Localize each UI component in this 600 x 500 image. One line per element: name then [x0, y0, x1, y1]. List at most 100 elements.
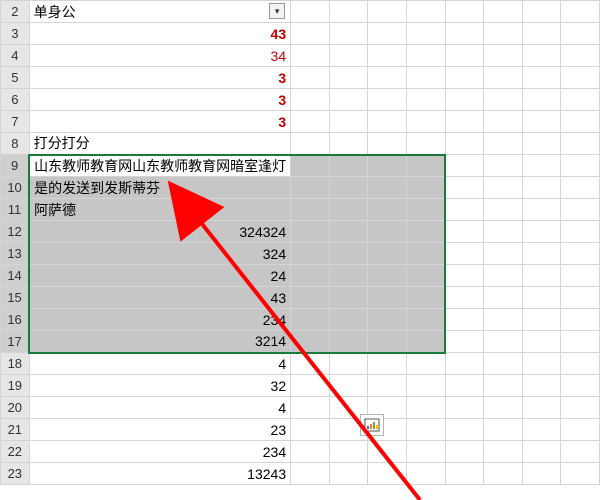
- cell[interactable]: [329, 441, 368, 463]
- row-header[interactable]: 14: [1, 265, 30, 287]
- cell[interactable]: 43: [29, 287, 291, 309]
- row-header[interactable]: 2: [1, 1, 30, 23]
- cell[interactable]: [368, 199, 407, 221]
- cell[interactable]: [561, 1, 600, 23]
- cell[interactable]: [522, 463, 561, 485]
- cell[interactable]: [445, 221, 484, 243]
- cell[interactable]: [561, 23, 600, 45]
- cell[interactable]: [445, 463, 484, 485]
- cell[interactable]: [291, 441, 330, 463]
- cell[interactable]: [561, 177, 600, 199]
- cell[interactable]: [445, 419, 484, 441]
- cell[interactable]: [291, 23, 330, 45]
- cell[interactable]: [561, 287, 600, 309]
- cell[interactable]: [368, 23, 407, 45]
- cell[interactable]: [522, 265, 561, 287]
- cell[interactable]: [484, 287, 523, 309]
- cell[interactable]: [406, 89, 445, 111]
- cell[interactable]: 3: [29, 67, 291, 89]
- cell[interactable]: [368, 331, 407, 353]
- row-header[interactable]: 21: [1, 419, 30, 441]
- cell[interactable]: [484, 463, 523, 485]
- cell[interactable]: [329, 265, 368, 287]
- cell[interactable]: [445, 265, 484, 287]
- cell[interactable]: [406, 331, 445, 353]
- row-header[interactable]: 22: [1, 441, 30, 463]
- cell[interactable]: [368, 45, 407, 67]
- cell[interactable]: [329, 309, 368, 331]
- cell[interactable]: [368, 1, 407, 23]
- cell[interactable]: [406, 287, 445, 309]
- cell[interactable]: [522, 375, 561, 397]
- cell[interactable]: 3: [29, 111, 291, 133]
- cell[interactable]: [484, 45, 523, 67]
- cell[interactable]: [329, 1, 368, 23]
- cell[interactable]: 32: [29, 375, 291, 397]
- cell[interactable]: [522, 111, 561, 133]
- cell[interactable]: [406, 243, 445, 265]
- cell[interactable]: [445, 111, 484, 133]
- cell[interactable]: [368, 133, 407, 155]
- cell[interactable]: [522, 155, 561, 177]
- cell[interactable]: [329, 23, 368, 45]
- cell[interactable]: [561, 67, 600, 89]
- grid[interactable]: 2 单身公 ▾ 343 434 53 63 73 8打分打分 9 山东教师教育网…: [0, 0, 600, 485]
- cell[interactable]: [406, 67, 445, 89]
- cell[interactable]: [291, 155, 330, 177]
- cell[interactable]: [445, 353, 484, 375]
- cell[interactable]: [445, 287, 484, 309]
- row-header[interactable]: 10: [1, 177, 30, 199]
- cell[interactable]: [291, 287, 330, 309]
- cell[interactable]: 是的发送到发斯蒂芬: [29, 177, 291, 199]
- cell[interactable]: [329, 45, 368, 67]
- cell[interactable]: [291, 199, 330, 221]
- cell[interactable]: [368, 441, 407, 463]
- cell[interactable]: [406, 155, 445, 177]
- cell[interactable]: [329, 133, 368, 155]
- cell[interactable]: [522, 309, 561, 331]
- row-header[interactable]: 13: [1, 243, 30, 265]
- row-header[interactable]: 5: [1, 67, 30, 89]
- cell[interactable]: [329, 463, 368, 485]
- cell[interactable]: [522, 353, 561, 375]
- cell[interactable]: [291, 133, 330, 155]
- cell[interactable]: [368, 309, 407, 331]
- cell[interactable]: 打分打分: [29, 133, 291, 155]
- cell[interactable]: [406, 353, 445, 375]
- cell[interactable]: [406, 221, 445, 243]
- cell[interactable]: [329, 67, 368, 89]
- cell[interactable]: [445, 309, 484, 331]
- cell[interactable]: [406, 177, 445, 199]
- cell[interactable]: [522, 287, 561, 309]
- row-header[interactable]: 23: [1, 463, 30, 485]
- cell[interactable]: [445, 1, 484, 23]
- cell[interactable]: 单身公 ▾: [29, 1, 291, 23]
- cell[interactable]: 3214: [29, 331, 291, 353]
- cell[interactable]: [406, 309, 445, 331]
- cell[interactable]: [329, 243, 368, 265]
- cell[interactable]: [561, 265, 600, 287]
- cell[interactable]: [445, 243, 484, 265]
- cell[interactable]: 24: [29, 265, 291, 287]
- cell[interactable]: 324: [29, 243, 291, 265]
- cell[interactable]: [561, 221, 600, 243]
- cell[interactable]: [522, 45, 561, 67]
- cell[interactable]: [406, 133, 445, 155]
- row-header[interactable]: 19: [1, 375, 30, 397]
- cell[interactable]: [368, 243, 407, 265]
- row-header[interactable]: 7: [1, 111, 30, 133]
- row-header[interactable]: 15: [1, 287, 30, 309]
- cell[interactable]: [368, 67, 407, 89]
- cell[interactable]: [291, 331, 330, 353]
- cell[interactable]: [445, 331, 484, 353]
- cell[interactable]: [291, 265, 330, 287]
- cell[interactable]: [406, 23, 445, 45]
- row-header[interactable]: 6: [1, 89, 30, 111]
- row-header[interactable]: 4: [1, 45, 30, 67]
- cell[interactable]: 43: [29, 23, 291, 45]
- cell[interactable]: [522, 331, 561, 353]
- cell[interactable]: [445, 67, 484, 89]
- cell[interactable]: [445, 397, 484, 419]
- cell[interactable]: 34: [29, 45, 291, 67]
- spreadsheet-view[interactable]: 2 单身公 ▾ 343 434 53 63 73 8打分打分 9 山东教师教育网…: [0, 0, 600, 500]
